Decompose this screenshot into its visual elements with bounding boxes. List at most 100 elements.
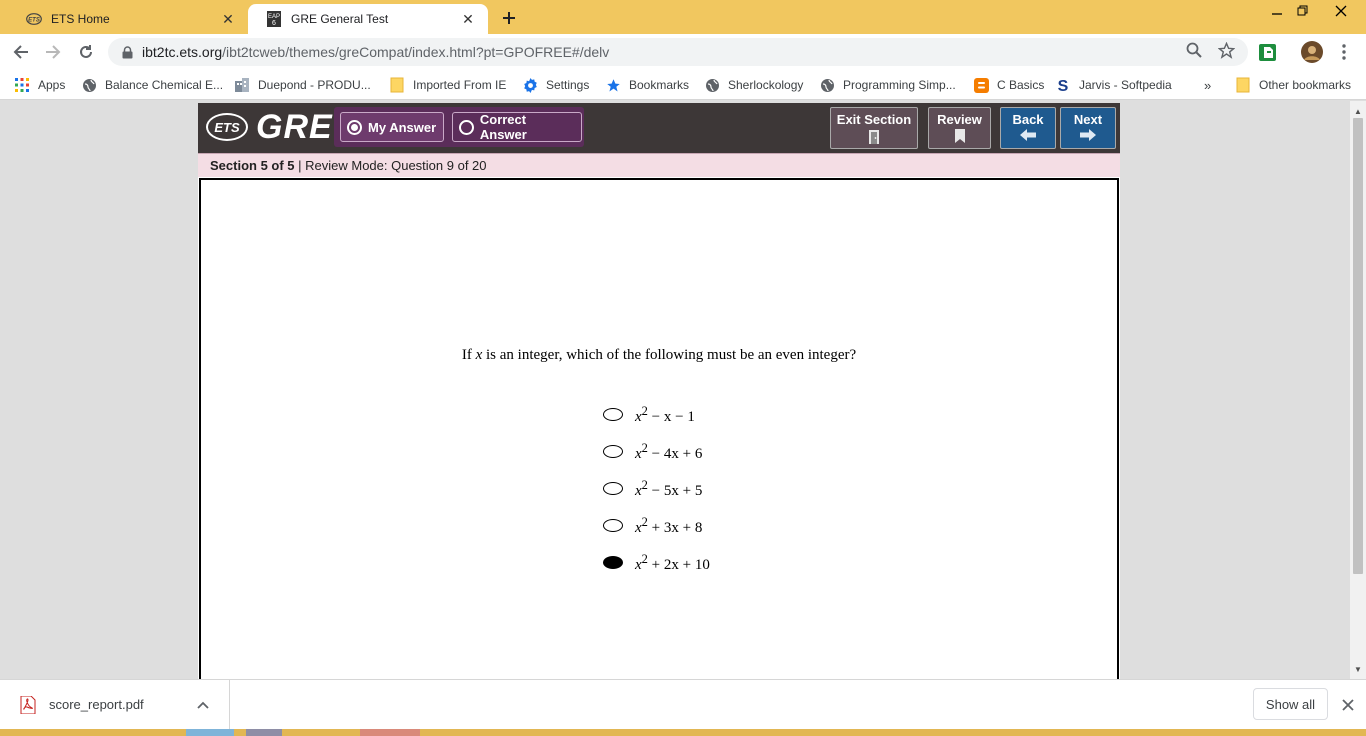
- back-button[interactable]: Back: [1000, 107, 1056, 149]
- bookmark-c-basics[interactable]: C Basics: [973, 74, 1044, 96]
- correct-answer-button[interactable]: Correct Answer: [452, 112, 582, 142]
- globe-icon: [81, 77, 97, 93]
- scroll-up-arrow-icon[interactable]: ▲: [1350, 103, 1366, 119]
- bookmark-jarvis-softpedia[interactable]: S Jarvis - Softpedia: [1055, 74, 1172, 96]
- url-domain: ibt2tc.ets.org: [142, 44, 223, 60]
- gear-icon: [522, 77, 538, 93]
- exit-section-label: Exit Section: [836, 112, 912, 127]
- folder-icon: [1235, 77, 1251, 93]
- right-arrow-icon: [1061, 129, 1115, 141]
- scrollbar-thumb[interactable]: [1353, 118, 1363, 574]
- choice-radio-oval[interactable]: [603, 445, 623, 458]
- choice-expression: x2 − 4x + 6: [635, 440, 703, 462]
- bookmark-imported-from-ie[interactable]: Imported From IE: [389, 74, 506, 96]
- address-bar[interactable]: ibt2tc.ets.org/ibt2tcweb/themes/greCompa…: [108, 38, 1248, 66]
- tab-close-icon[interactable]: ✕: [220, 11, 236, 27]
- bookmark-star-icon[interactable]: [1216, 40, 1236, 60]
- browser-toolbar: ibt2tc.ets.org/ibt2tcweb/themes/greCompa…: [0, 34, 1366, 70]
- exit-section-button[interactable]: Exit Section: [830, 107, 918, 149]
- bookmark-programming-simplified[interactable]: Programming Simp...: [819, 74, 956, 96]
- review-button[interactable]: Review: [928, 107, 991, 149]
- reload-icon[interactable]: [74, 40, 98, 64]
- tab-ets-home[interactable]: ETS ETS Home ✕: [8, 4, 248, 34]
- minimize-icon[interactable]: [1264, 0, 1290, 22]
- softpedia-icon: S: [1055, 77, 1071, 93]
- bookmark-bookmarks[interactable]: Bookmarks: [605, 74, 689, 96]
- bookmark-balance-chemical[interactable]: Balance Chemical E...: [81, 74, 223, 96]
- taskbar-app[interactable]: [360, 729, 420, 736]
- gre-header-bar: ETS GRE My Answer Correct Answer Exit Se…: [198, 103, 1120, 153]
- bookmark-duepond[interactable]: Duepond - PRODU...: [234, 74, 371, 96]
- close-download-shelf-icon[interactable]: [1338, 695, 1358, 715]
- svg-text:ETS: ETS: [28, 17, 40, 23]
- choice-radio-oval[interactable]: [603, 519, 623, 532]
- choice-option[interactable]: x2 − 4x + 6: [603, 433, 710, 470]
- forward-arrow-icon[interactable]: [41, 40, 65, 64]
- next-label: Next: [1073, 112, 1103, 127]
- stem-text-end: is an integer, which of the following mu…: [482, 347, 857, 363]
- taskbar-app[interactable]: [186, 729, 234, 736]
- choice-radio-oval[interactable]: [603, 482, 623, 495]
- tab-title: ETS Home: [51, 12, 110, 26]
- bookmark-label: Apps: [38, 78, 66, 92]
- my-answer-label: My Answer: [368, 119, 437, 135]
- bookmark-label: Other bookmarks: [1259, 78, 1352, 92]
- door-exit-icon: [831, 129, 917, 145]
- pdf-file-icon: [20, 695, 36, 714]
- vertical-scrollbar[interactable]: ▲ ▼: [1350, 101, 1366, 679]
- choice-expression: x2 − x − 1: [635, 403, 695, 425]
- choice-expression: x2 − 5x + 5: [635, 477, 703, 499]
- section-counter: Section 5 of 5: [210, 158, 295, 173]
- choice-expression: x2 + 3x + 8: [635, 514, 703, 536]
- back-arrow-icon[interactable]: [9, 40, 33, 64]
- apps-grid-icon: [14, 77, 30, 93]
- svg-text:S: S: [1057, 78, 1068, 93]
- choice-option[interactable]: x2 − x − 1: [603, 396, 710, 433]
- bookmark-sherlockology[interactable]: Sherlockology: [704, 74, 803, 96]
- blogger-icon: [973, 77, 989, 93]
- tab-title: GRE General Test: [291, 12, 389, 26]
- bookmark-label: Settings: [546, 78, 590, 92]
- profile-avatar[interactable]: [1301, 41, 1323, 63]
- url-text: ibt2tc.ets.org/ibt2tcweb/themes/greCompa…: [142, 44, 609, 60]
- my-answer-button[interactable]: My Answer: [340, 112, 444, 142]
- restore-icon[interactable]: [1290, 0, 1316, 22]
- lock-icon: [120, 45, 134, 59]
- bookmark-label: Sherlockology: [728, 78, 804, 92]
- question-panel: If x is an integer, which of the followi…: [198, 177, 1120, 679]
- tab-close-icon[interactable]: ✕: [460, 11, 476, 27]
- bookmarks-overflow-chevron-icon[interactable]: »: [1204, 74, 1211, 96]
- extension-icon[interactable]: [1257, 42, 1277, 62]
- bookmark-label: C Basics: [997, 78, 1045, 92]
- window-close-icon[interactable]: [1328, 0, 1354, 22]
- new-tab-plus-icon[interactable]: [497, 8, 521, 28]
- choice-option-selected[interactable]: x2 + 2x + 10: [603, 544, 710, 581]
- choice-radio-oval-filled[interactable]: [603, 556, 623, 569]
- bookmark-apps[interactable]: Apps: [14, 74, 65, 96]
- radio-unselected-icon: [459, 119, 474, 135]
- tab-strip: ETS ETS Home ✕ EAP 6 GRE General Test ✕: [0, 0, 1366, 34]
- bookmark-other-bookmarks[interactable]: Other bookmarks: [1235, 74, 1351, 96]
- taskbar-app[interactable]: [246, 729, 282, 736]
- next-button[interactable]: Next: [1060, 107, 1116, 149]
- bookmark-label: Imported From IE: [413, 78, 507, 92]
- bookmark-label: Duepond - PRODU...: [258, 78, 371, 92]
- review-mode-status: | Review Mode: Question 9 of 20: [294, 158, 487, 173]
- building-icon: [234, 77, 250, 93]
- choice-option[interactable]: x2 + 3x + 8: [603, 507, 710, 544]
- download-shelf: score_report.pdf Show all: [0, 679, 1366, 729]
- zoom-magnifier-icon[interactable]: [1184, 40, 1204, 60]
- tab-gre-general-test[interactable]: EAP 6 GRE General Test ✕: [248, 4, 488, 34]
- choice-radio-oval[interactable]: [603, 408, 623, 421]
- bookmark-settings[interactable]: Settings: [522, 74, 589, 96]
- scroll-down-arrow-icon[interactable]: ▼: [1350, 661, 1366, 677]
- show-all-downloads-button[interactable]: Show all: [1253, 688, 1328, 720]
- bookmark-label: Programming Simp...: [843, 78, 956, 92]
- radio-selected-icon: [347, 119, 362, 135]
- download-item[interactable]: score_report.pdf: [0, 680, 230, 729]
- choice-option[interactable]: x2 − 5x + 5: [603, 470, 710, 507]
- chevron-up-icon[interactable]: [191, 701, 215, 709]
- download-filename: score_report.pdf: [49, 697, 144, 712]
- stem-text-start: If: [461, 347, 476, 363]
- chrome-menu-icon[interactable]: [1334, 42, 1354, 62]
